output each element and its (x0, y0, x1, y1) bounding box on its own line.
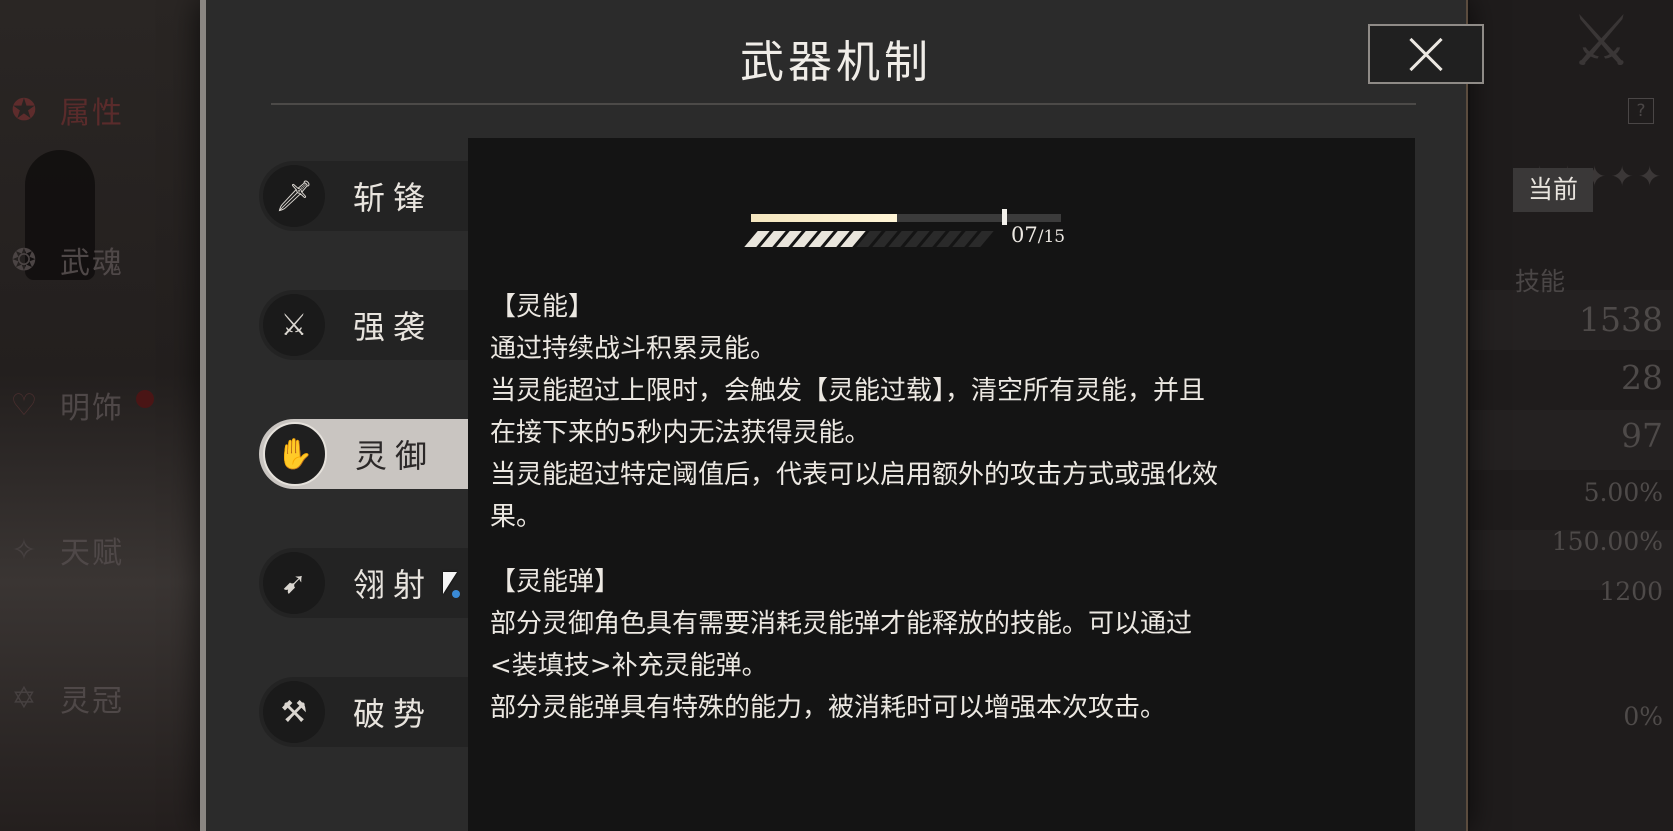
nav-item-crown[interactable]: ✡ 灵冠 (0, 668, 200, 728)
daggers-icon: ⚔ (263, 294, 325, 356)
tab-label: 翎射 (353, 566, 434, 604)
cursor-indicator-dot (452, 590, 460, 598)
text-line: 当灵能超过特定阈值后，代表可以启用额外的攻击方式或强化效 (490, 460, 1219, 490)
text-line: 部分灵能弹具有特殊的能力，被消耗时可以增强本次攻击。 (490, 693, 1167, 723)
title-divider (271, 103, 1416, 105)
stat-value: 1200 (1599, 577, 1663, 606)
psi-gauge-fill (751, 214, 897, 222)
modal-title: 武器机制 (740, 37, 932, 88)
tab-archer[interactable]: ➹ 翎射 (259, 548, 499, 618)
section-body: 部分灵御角色具有需要消耗灵能弹才能释放的技能。可以通过 <装填技>补充灵能弹。 … (490, 603, 1350, 729)
section-body: 通过持续战斗积累灵能。 当灵能超过上限时，会触发【灵能过载】，清空所有灵能，并且… (490, 328, 1350, 538)
text-line: 部分灵御角色具有需要消耗灵能弹才能释放的技能。可以通过 (490, 609, 1193, 639)
section-title: 【灵能弹】 (490, 567, 621, 597)
talent-icon: ✧ (11, 532, 37, 568)
text-line: 果。 (490, 502, 543, 532)
stat-value: 97 (1621, 416, 1663, 455)
psi-icon: ✋ (263, 422, 327, 486)
tab-label: 灵御 (355, 437, 436, 475)
nav-label: 属性 (60, 96, 124, 131)
text-line: <装填技>补充灵能弹。 (490, 651, 768, 681)
nav-label: 天赋 (60, 536, 124, 571)
stat-value: 28 (1621, 358, 1663, 397)
arrow-icon: ➹ (263, 552, 325, 614)
psi-gauge-count: 07/15 (1011, 223, 1065, 247)
gauge-current: 07 (1011, 223, 1038, 247)
background-left-nav: ✪ 属性 ❂ 武魂 ♡ 明饰 ✧ 天赋 ✡ 灵冠 (0, 0, 200, 831)
nav-label: 灵冠 (60, 684, 124, 719)
tab-label: 强袭 (353, 308, 434, 346)
weapon-mechanics-modal: 武器机制 🗡 斩锋 ⚔ 强袭 ✋ 灵御 ➹ 翎射 ⚒ 破势 当前 07/15 【… (200, 0, 1593, 831)
spirit-icon: ❂ (11, 242, 37, 278)
nav-label: 武魂 (60, 246, 124, 281)
psi-gauge-bar (751, 209, 1061, 225)
gauge-max: /15 (1037, 227, 1066, 247)
background-stats-panel: 技能 1538 28 97 5.00% 150.00% 1200 0% (1470, 0, 1673, 831)
nav-item-talent[interactable]: ✧ 天赋 (0, 520, 200, 580)
stat-value: 0% (1623, 702, 1663, 731)
stat-value: 1538 (1579, 300, 1663, 339)
text-line: 在接下来的5秒内无法获得灵能。 (490, 418, 871, 448)
current-badge: 当前 (1513, 168, 1593, 212)
nav-label: 明饰 (60, 391, 124, 426)
nav-item-attributes[interactable]: ✪ 属性 (0, 80, 200, 140)
stat-value: 150.00% (1551, 527, 1663, 556)
tab-breaker[interactable]: ⚒ 破势 (259, 677, 499, 747)
tab-assault[interactable]: ⚔ 强袭 (259, 290, 499, 360)
nav-item-spirit[interactable]: ❂ 武魂 (0, 230, 200, 290)
tab-label: 破势 (353, 695, 434, 733)
stat-value: 5.00% (1583, 478, 1663, 507)
text-line: 当灵能超过上限时，会触发【灵能过载】，清空所有灵能，并且 (490, 376, 1206, 406)
crown-icon: ✡ (11, 680, 37, 716)
section-title: 【灵能】 (490, 292, 595, 322)
nav-item-ornament[interactable]: ♡ 明饰 (0, 375, 200, 435)
psi-gauge-threshold-marker (1002, 209, 1008, 225)
star-icon: ✪ (11, 92, 37, 128)
hammer-icon: ⚒ (263, 681, 325, 743)
help-icon[interactable]: ? (1628, 98, 1654, 124)
text-line: 通过持续战斗积累灵能。 (490, 334, 777, 364)
tab-blade[interactable]: 🗡 斩锋 (259, 161, 499, 231)
close-button[interactable] (1368, 24, 1484, 84)
tab-label: 斩锋 (353, 179, 434, 217)
description-panel: 当前 07/15 【灵能】 通过持续战斗积累灵能。 当灵能超过上限时，会触发【灵… (468, 138, 1593, 831)
ornament-icon: ♡ (10, 387, 38, 423)
skill-title: 技能 (1515, 267, 1566, 296)
tab-psi[interactable]: ✋ 灵御 (259, 419, 499, 489)
emblem-icon: ⚔ (1570, 0, 1633, 82)
blade-icon: 🗡 (263, 165, 325, 227)
